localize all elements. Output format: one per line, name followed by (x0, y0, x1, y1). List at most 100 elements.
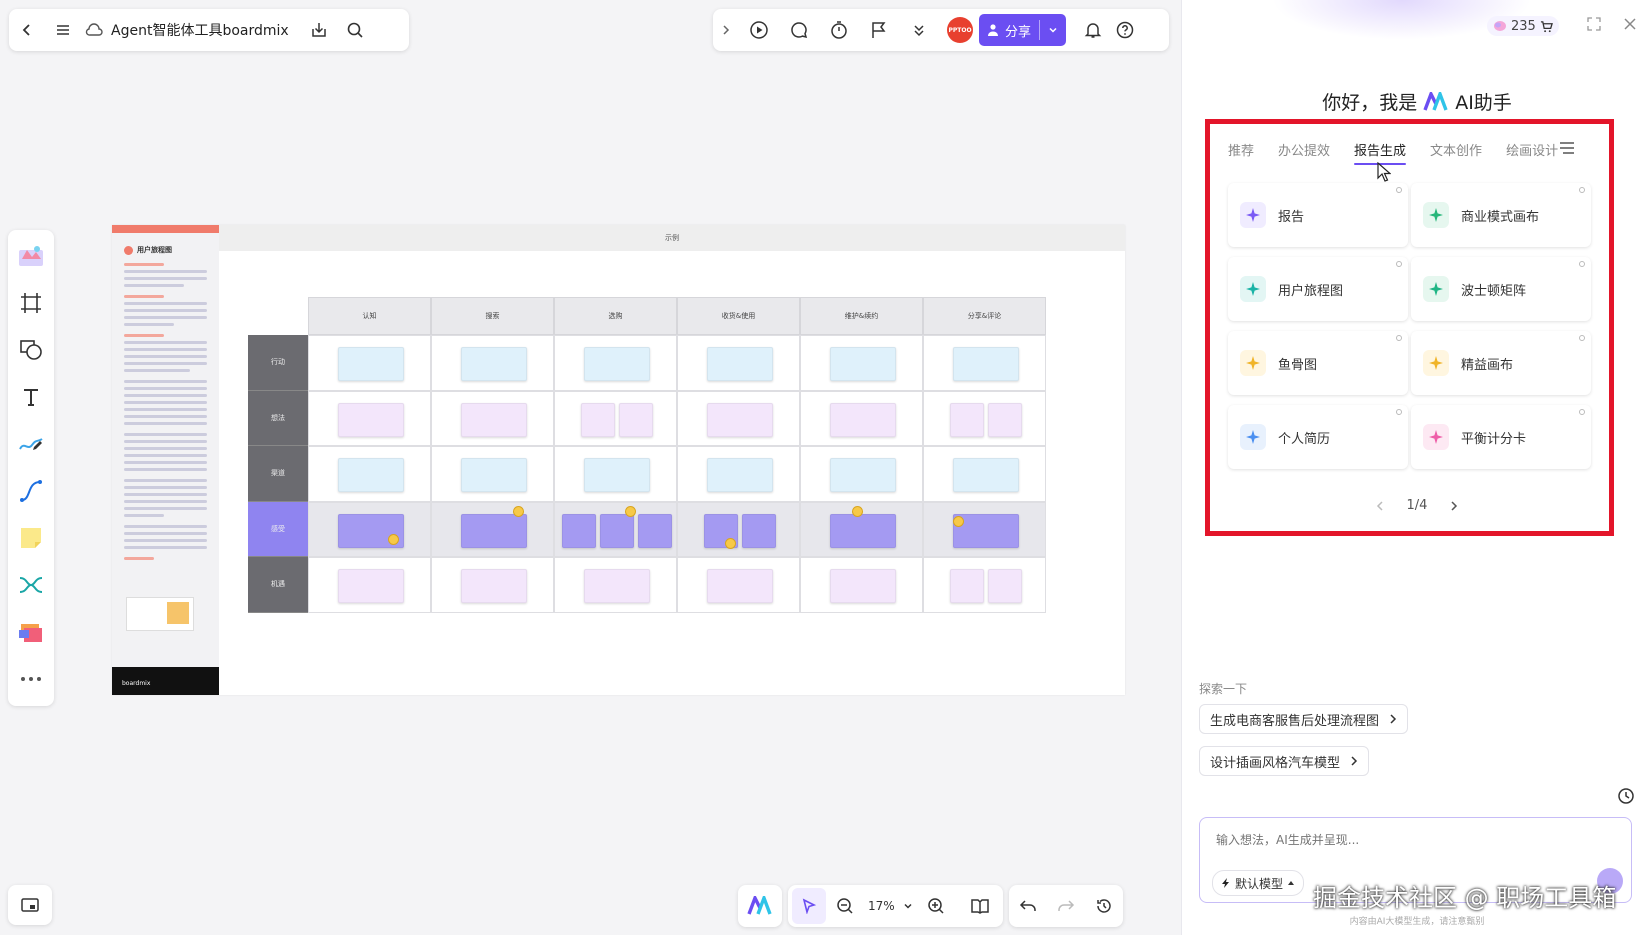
share-button[interactable]: 分享 (979, 14, 1067, 46)
fullscreen-button[interactable] (1587, 17, 1601, 31)
sticky-note[interactable] (337, 347, 404, 381)
back-button[interactable] (9, 12, 45, 48)
journey-cell[interactable] (677, 501, 800, 557)
template-card[interactable]: 商业模式画布 (1411, 183, 1591, 247)
menu-button[interactable] (45, 12, 81, 48)
template-card[interactable]: 波士顿矩阵 (1411, 257, 1591, 321)
sticky-note[interactable] (337, 569, 404, 603)
tab-office[interactable]: 办公提效 (1278, 140, 1330, 159)
close-panel-button[interactable] (1623, 17, 1637, 31)
sticky-note[interactable] (337, 402, 404, 437)
connector-tool[interactable] (13, 471, 49, 510)
user-avatar[interactable]: PPTOO (947, 17, 973, 43)
notification-button[interactable] (1076, 12, 1110, 48)
suggestion-chip[interactable]: 生成电商客服售后处理流程图 (1199, 704, 1409, 734)
help-button[interactable] (1110, 12, 1140, 48)
tab-report[interactable]: 报告生成 (1354, 140, 1407, 165)
frame-tool[interactable] (13, 283, 49, 322)
tabs-menu-button[interactable] (1559, 141, 1575, 155)
sticky-note[interactable] (829, 347, 896, 381)
history-button[interactable] (1085, 888, 1123, 924)
sticky-note[interactable] (829, 513, 896, 548)
template-card[interactable]: 用户旅程图 (1228, 257, 1408, 321)
sticky-note[interactable] (460, 458, 527, 492)
sticky-note[interactable] (949, 569, 984, 603)
pin-icon[interactable] (1579, 187, 1585, 193)
sticky-note[interactable] (706, 347, 773, 381)
sticky-note[interactable] (829, 569, 896, 603)
sticky-note[interactable] (987, 569, 1022, 603)
more-tools-button[interactable] (13, 659, 49, 698)
template-card[interactable]: 报告 (1228, 183, 1408, 247)
suggestion-chip[interactable]: 设计插画风格汽车模型 (1199, 746, 1370, 776)
sticky-note-tool[interactable] (13, 518, 49, 557)
zoom-in-button[interactable] (917, 888, 955, 924)
search-button[interactable] (337, 12, 373, 48)
sticky-note[interactable] (561, 513, 596, 548)
cart-icon[interactable] (1540, 20, 1553, 33)
sticky-note[interactable] (706, 569, 773, 603)
select-tool-button[interactable] (792, 888, 826, 924)
expand-toolbar-button[interactable] (713, 12, 739, 48)
tab-drawing[interactable]: 绘画设计 (1506, 140, 1558, 159)
mindmap-tool[interactable] (13, 565, 49, 604)
journey-cell[interactable] (923, 557, 1046, 613)
chat-input[interactable] (1214, 832, 1598, 848)
sticky-note[interactable] (741, 513, 776, 548)
sticky-note[interactable] (706, 458, 773, 492)
sticky-note[interactable] (460, 347, 527, 381)
vote-button[interactable] (859, 12, 899, 48)
sticky-note[interactable] (952, 347, 1019, 381)
pin-icon[interactable] (1396, 261, 1402, 267)
sticky-note[interactable] (583, 569, 650, 603)
pin-icon[interactable] (1396, 409, 1402, 415)
zoom-select[interactable]: 17% (864, 899, 917, 913)
pen-tool[interactable] (13, 424, 49, 463)
sticky-note[interactable] (599, 513, 634, 548)
sticky-note[interactable] (706, 402, 773, 437)
sticky-note[interactable] (583, 347, 650, 381)
sticky-note[interactable] (987, 402, 1022, 437)
pin-icon[interactable] (1396, 335, 1402, 341)
template-tool[interactable] (13, 236, 49, 275)
model-selector[interactable]: 默认模型 (1212, 870, 1305, 896)
pin-icon[interactable] (1579, 335, 1585, 341)
template-card[interactable]: 平衡计分卡 (1411, 405, 1591, 469)
ai-launcher-button[interactable] (738, 888, 782, 924)
comment-button[interactable] (779, 12, 819, 48)
tab-recommend[interactable]: 推荐 (1228, 140, 1254, 159)
pin-icon[interactable] (1579, 409, 1585, 415)
sticky-note[interactable] (829, 458, 896, 492)
sticky-note[interactable] (618, 402, 653, 437)
chat-history-button[interactable] (1617, 787, 1635, 805)
template-card[interactable]: 个人简历 (1228, 405, 1408, 469)
sticky-note[interactable] (460, 569, 527, 603)
template-card[interactable]: 精益画布 (1411, 331, 1591, 395)
journey-cell[interactable] (923, 390, 1046, 446)
template-card[interactable]: 鱼骨图 (1228, 331, 1408, 395)
present-button[interactable] (739, 12, 779, 48)
document-title[interactable]: Agent智能体工具boardmix (111, 20, 289, 40)
pin-icon[interactable] (1396, 187, 1402, 193)
sticky-note[interactable] (949, 402, 984, 437)
download-button[interactable] (301, 12, 337, 48)
text-tool[interactable] (13, 377, 49, 416)
canvas-board[interactable]: 用户旅程图 boardmix 示例 认知 搜索 选购 收货&使用 维护&续约 分享&评论行… (112, 225, 1125, 695)
journey-cell[interactable] (554, 390, 677, 446)
prev-page-icon[interactable] (1375, 500, 1385, 512)
pin-icon[interactable] (1579, 261, 1585, 267)
sticky-note[interactable] (580, 402, 615, 437)
tab-writing[interactable]: 文本创作 (1430, 140, 1482, 159)
sticky-note[interactable] (637, 513, 672, 548)
credits-badge[interactable]: 235 (1487, 16, 1559, 36)
sticky-note[interactable] (337, 458, 404, 492)
map-view-button[interactable] (961, 888, 999, 924)
sticky-note[interactable] (460, 402, 527, 437)
sticky-note[interactable] (952, 458, 1019, 492)
chevron-down-icon[interactable] (1048, 25, 1058, 35)
media-tool[interactable] (13, 612, 49, 651)
zoom-out-button[interactable] (826, 888, 864, 924)
next-page-icon[interactable] (1449, 500, 1459, 512)
redo-button[interactable] (1047, 888, 1085, 924)
undo-button[interactable] (1009, 888, 1047, 924)
